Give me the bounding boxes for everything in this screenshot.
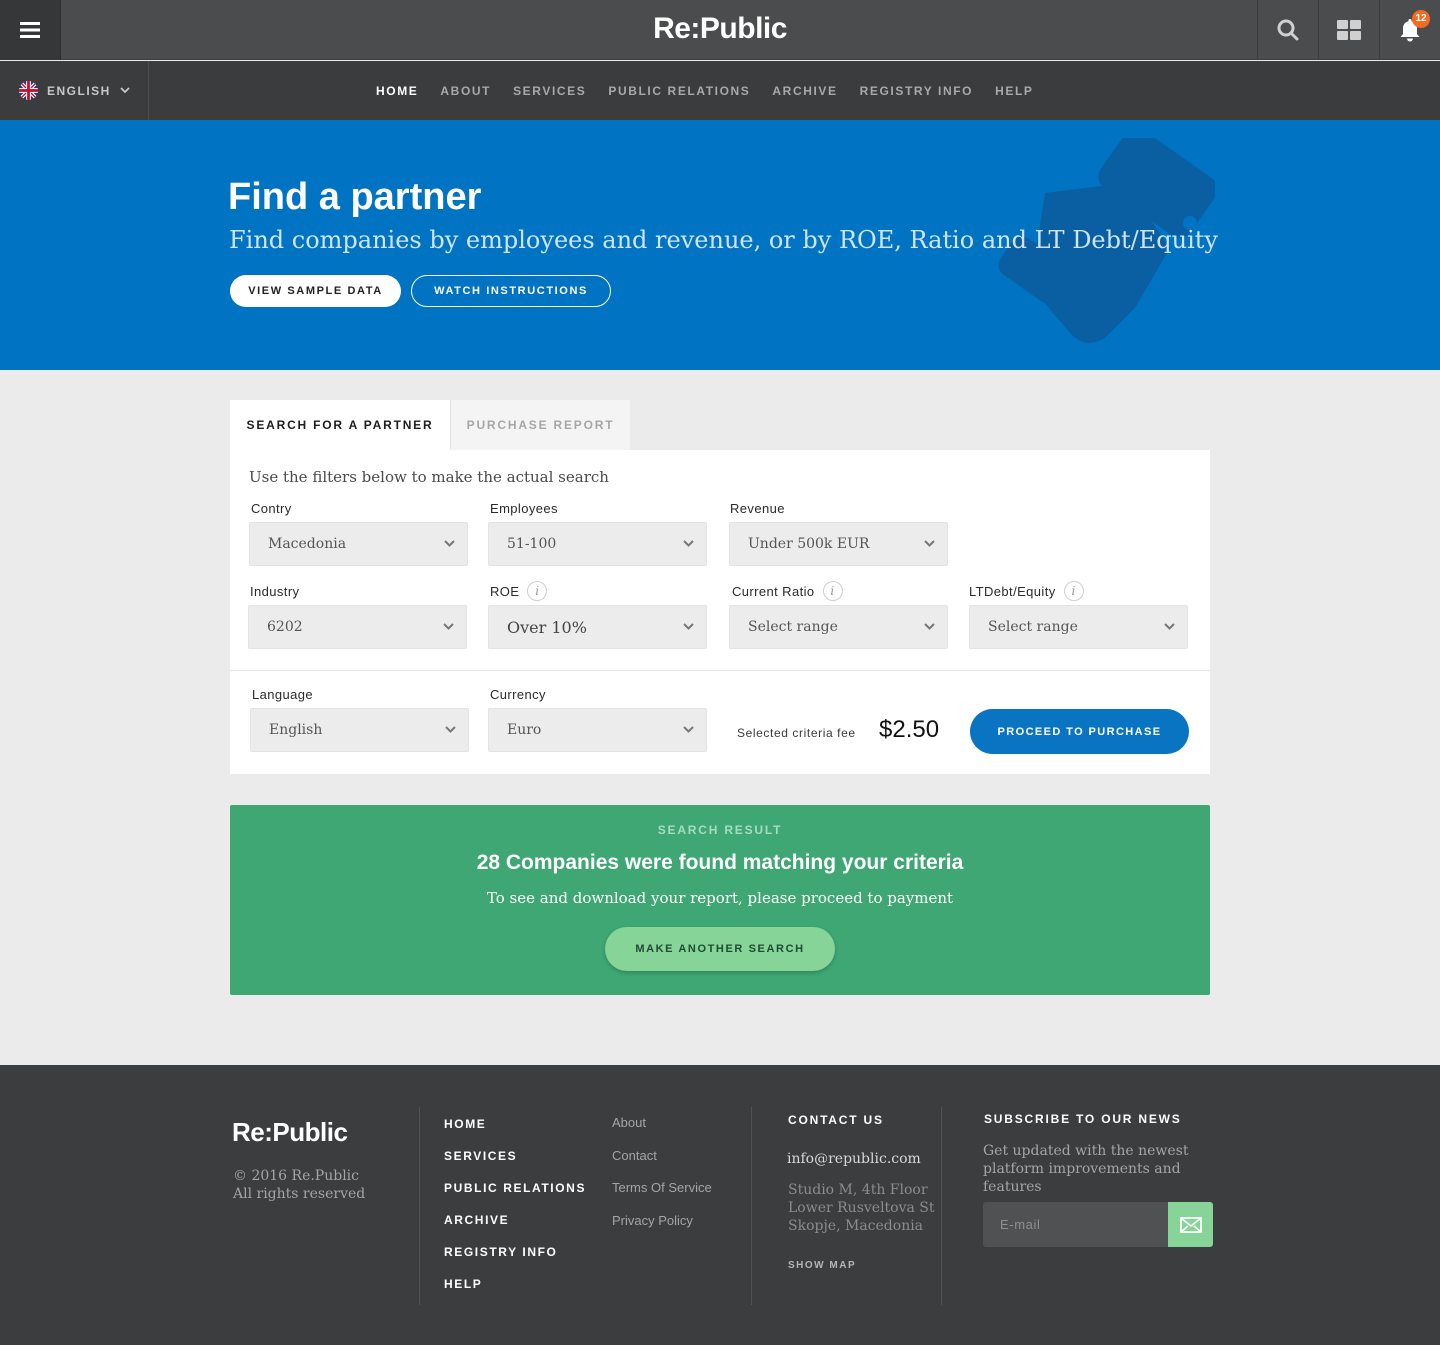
search-icon — [1277, 19, 1299, 41]
contact-email[interactable]: info@republic.com — [787, 1151, 921, 1167]
footer-copyright: © 2016 Re.Public All rights reserved — [233, 1168, 366, 1202]
footer-link-about[interactable]: About — [612, 1115, 712, 1148]
proceed-to-purchase-button[interactable]: PROCEED TO PURCHASE — [970, 709, 1189, 754]
footer-link-contact[interactable]: Contact — [612, 1148, 712, 1181]
form-divider — [230, 670, 1210, 671]
currency-label: Currency — [490, 687, 546, 702]
current-ratio-label: Current Ratio i — [732, 581, 843, 601]
hero-banner: Find a partner Find companies by employe… — [0, 120, 1440, 370]
info-icon[interactable]: i — [1063, 581, 1084, 601]
nav-archive[interactable]: ARCHIVE — [772, 84, 837, 98]
roe-select[interactable]: Over 10% — [488, 605, 707, 649]
view-sample-data-button[interactable]: VIEW SAMPLE DATA — [230, 275, 401, 307]
ltdebt-equity-label: LTDebt/Equity i — [969, 581, 1084, 601]
ltdebt-equity-select[interactable]: Select range — [969, 605, 1188, 649]
footer: Re:Public © 2016 Re.Public All rights re… — [0, 1065, 1440, 1345]
result-title: 28 Companies were found matching your cr… — [476, 851, 964, 874]
footer-links: About Contact Terms Of Service Privacy P… — [612, 1115, 712, 1245]
footer-nav: HOME SERVICES PUBLIC RELATIONS ARCHIVE R… — [444, 1117, 586, 1309]
chevron-down-icon — [683, 726, 694, 733]
revenue-select[interactable]: Under 500k EUR — [729, 522, 948, 566]
chevron-down-icon — [443, 623, 454, 630]
fee-label: Selected criteria fee — [737, 726, 856, 740]
result-subtitle: To see and download your report, please … — [486, 889, 954, 907]
make-another-search-button[interactable]: MAKE ANOTHER SEARCH — [605, 927, 835, 971]
notifications-button[interactable]: 12 — [1379, 0, 1440, 60]
footer-nav-archive[interactable]: ARCHIVE — [444, 1213, 586, 1245]
apps-grid-button[interactable] — [1318, 0, 1379, 60]
top-bar: Re:Public 12 — [0, 0, 1440, 60]
footer-link-privacy[interactable]: Privacy Policy — [612, 1213, 712, 1246]
uk-flag-icon — [19, 81, 38, 100]
tab-search-for-partner[interactable]: SEARCH FOR A PARTNER — [230, 400, 450, 450]
footer-nav-help[interactable]: HELP — [444, 1277, 586, 1309]
employees-select[interactable]: 51-100 — [488, 522, 707, 566]
industry-label: Industry — [250, 584, 300, 599]
subscribe-text: Get updated with the newest platform imp… — [983, 1143, 1189, 1195]
footer-divider — [751, 1107, 752, 1305]
country-select[interactable]: Macedonia — [249, 522, 468, 566]
page-subtitle: Find companies by employees and revenue,… — [229, 226, 1218, 254]
notification-count-badge: 12 — [1412, 10, 1430, 28]
nav-public-relations[interactable]: PUBLIC RELATIONS — [608, 84, 750, 98]
contact-address: Studio M, 4th Floor Lower Rusveltova St … — [788, 1182, 935, 1234]
language-field-label: Language — [252, 687, 314, 702]
search-button[interactable] — [1257, 0, 1318, 60]
footer-divider — [941, 1107, 942, 1305]
page-title: Find a partner — [228, 176, 482, 218]
country-label: Contry — [251, 501, 292, 516]
footer-link-terms[interactable]: Terms Of Service — [612, 1180, 712, 1213]
search-form-card: Use the filters below to make the actual… — [230, 450, 1210, 774]
chevron-down-icon — [445, 726, 456, 733]
subscribe-heading: SUBSCRIBE TO OUR NEWS — [984, 1112, 1182, 1126]
info-icon[interactable]: i — [527, 581, 548, 601]
subscribe-button[interactable] — [1168, 1202, 1213, 1247]
nav-services[interactable]: SERVICES — [513, 84, 586, 98]
footer-nav-home[interactable]: HOME — [444, 1117, 586, 1149]
grid-icon — [1337, 20, 1361, 40]
result-kicker: SEARCH RESULT — [657, 823, 783, 837]
search-result-panel: SEARCH RESULT 28 Companies were found ma… — [230, 805, 1210, 995]
chevron-down-icon — [683, 540, 694, 547]
revenue-label: Revenue — [730, 501, 785, 516]
language-label: ENGLISH — [47, 83, 111, 98]
subscribe-email-input[interactable]: E-mail — [983, 1202, 1169, 1247]
footer-nav-services[interactable]: SERVICES — [444, 1149, 586, 1181]
chevron-down-icon — [1164, 623, 1175, 630]
chevron-down-icon — [924, 540, 935, 547]
language-select[interactable]: English — [250, 708, 469, 752]
footer-divider — [419, 1107, 420, 1305]
footer-nav-public-relations[interactable]: PUBLIC RELATIONS — [444, 1181, 586, 1213]
nav-home[interactable]: HOME — [376, 84, 418, 98]
industry-select[interactable]: 6202 — [248, 605, 467, 649]
contact-heading: CONTACT US — [788, 1113, 884, 1127]
brand-logo[interactable]: Re:Public — [0, 12, 1440, 46]
language-selector[interactable]: ENGLISH — [0, 61, 149, 120]
currency-select[interactable]: Euro — [488, 708, 707, 752]
form-hint: Use the filters below to make the actual… — [249, 468, 609, 486]
info-icon[interactable]: i — [822, 581, 843, 601]
roe-label: ROE i — [490, 581, 548, 601]
fee-value: $2.50 — [879, 716, 940, 743]
employees-label: Employees — [490, 501, 558, 516]
tab-purchase-report[interactable]: PURCHASE REPORT — [450, 400, 630, 450]
chevron-down-icon — [924, 623, 935, 630]
watch-instructions-button[interactable]: WATCH INSTRUCTIONS — [411, 275, 611, 307]
chevron-down-icon — [683, 623, 694, 630]
nav-help[interactable]: HELP — [995, 84, 1033, 98]
current-ratio-select[interactable]: Select range — [729, 605, 948, 649]
nav-about[interactable]: ABOUT — [440, 84, 491, 98]
footer-logo[interactable]: Re:Public — [232, 1117, 348, 1148]
nav-registry-info[interactable]: REGISTRY INFO — [860, 84, 973, 98]
chevron-down-icon — [120, 87, 130, 94]
envelope-icon — [1179, 1216, 1202, 1233]
show-map-link[interactable]: SHOW MAP — [788, 1260, 856, 1271]
main-navigation: ENGLISH HOME ABOUT SERVICES PUBLIC RELAT… — [0, 61, 1440, 120]
footer-nav-registry-info[interactable]: REGISTRY INFO — [444, 1245, 586, 1277]
chevron-down-icon — [444, 540, 455, 547]
